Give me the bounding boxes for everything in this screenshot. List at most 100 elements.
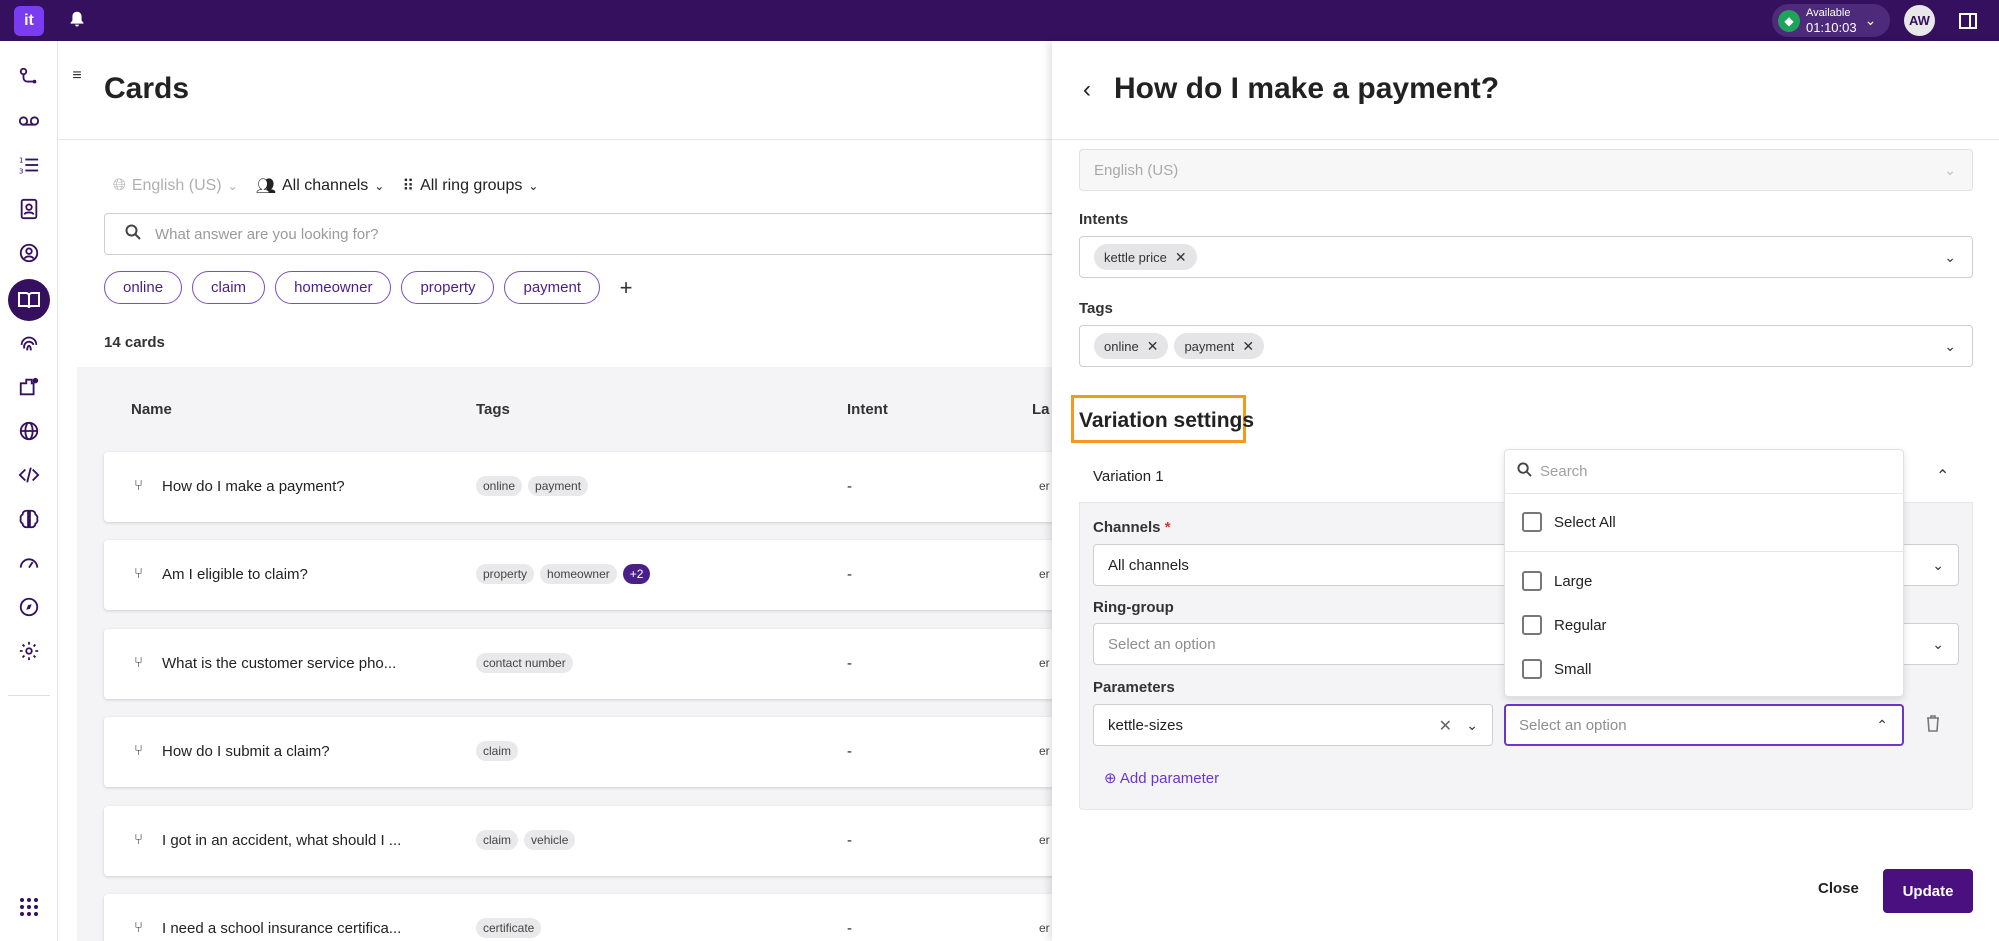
chevron-up-icon[interactable]: ⌃ (1936, 466, 1949, 486)
tag-item: payment ✕ (1174, 333, 1265, 359)
chevron-down-icon: ⌄ (1864, 12, 1877, 28)
tag-chip[interactable]: payment (504, 271, 601, 304)
people-icon: 👥︎ (255, 178, 276, 195)
settings-gear-icon[interactable] (13, 635, 45, 667)
column-header-name[interactable]: Name (131, 401, 172, 418)
agent-status-selector[interactable]: ◆ Available 01:10:03 ⌄ (1772, 4, 1890, 37)
knowledge-book-icon[interactable] (8, 279, 50, 321)
column-header-intent[interactable]: Intent (847, 401, 888, 418)
trash-icon[interactable] (1925, 714, 1941, 737)
card-language: er (1039, 567, 1050, 581)
intents-label: Intents (1079, 211, 1129, 228)
tags-multiselect[interactable]: online ✕ payment ✕ ⌄ (1079, 325, 1973, 367)
brain-icon[interactable] (13, 503, 45, 535)
checkbox[interactable] (1522, 615, 1542, 635)
cards-search-input[interactable]: What answer are you looking for? (104, 213, 1064, 255)
voicemail-icon[interactable] (13, 105, 45, 137)
parameter-value-select[interactable]: Select an option ⌃ (1504, 704, 1904, 746)
chevron-down-icon: ⌄ (1944, 249, 1956, 265)
parameter-value-dropdown: Search Select All Large Regular Small (1504, 449, 1905, 697)
dropdown-search-input[interactable]: Search (1505, 450, 1905, 494)
search-icon (1517, 462, 1532, 481)
tag-chip[interactable]: property (401, 271, 495, 304)
table-row[interactable]: ⑂ I need a school insurance certifica...… (104, 894, 1058, 941)
channels-label: Channels * (1093, 519, 1171, 536)
more-tags-badge[interactable]: +2 (622, 564, 651, 584)
dropdown-option[interactable]: Large (1522, 571, 1592, 591)
branch-icon: ⑂ (134, 831, 144, 848)
dropdown-option[interactable]: Small (1522, 659, 1592, 679)
language-select: English (US) ⌄ (1079, 149, 1973, 191)
close-icon[interactable]: ✕ (1175, 249, 1187, 266)
close-icon[interactable]: ✕ (1147, 338, 1159, 355)
channels-filter[interactable]: 👥︎ All channels ⌄ (256, 176, 385, 196)
ring-groups-filter[interactable]: ⠿ All ring groups ⌄ (402, 176, 538, 196)
card-language: er (1039, 833, 1050, 847)
close-icon[interactable]: ✕ (1242, 338, 1254, 355)
status-timer: 01:10:03 (1806, 19, 1857, 35)
globe-icon[interactable] (13, 415, 45, 447)
column-header-tags[interactable]: Tags (476, 401, 510, 418)
select-all-option[interactable]: Select All (1522, 512, 1616, 532)
bell-icon[interactable] (66, 9, 88, 31)
add-parameter-button[interactable]: ⊕ Add parameter (1104, 769, 1219, 787)
chevron-down-icon: ⌄ (227, 179, 238, 193)
route-icon[interactable] (13, 61, 45, 93)
update-button[interactable]: Update (1883, 869, 1973, 913)
status-label: Available (1806, 6, 1851, 19)
checkbox[interactable] (1522, 571, 1542, 591)
hamburger-menu-icon[interactable]: ≡ (65, 64, 89, 88)
dashboard-gauge-icon[interactable] (13, 547, 45, 579)
parameter-name-select[interactable]: kettle-sizes ✕ ⌄ (1093, 704, 1493, 746)
tag-chip[interactable]: claim (192, 271, 266, 304)
table-row[interactable]: ⑂ I got in an accident, what should I ..… (104, 806, 1058, 876)
chevron-down-icon: ⌄ (374, 179, 385, 193)
checkbox[interactable] (1522, 512, 1542, 532)
branch-icon: ⑂ (134, 477, 144, 494)
tag-pill: homeowner (540, 564, 617, 584)
intent-tag: kettle price ✕ (1094, 244, 1197, 270)
svg-text:1: 1 (19, 155, 24, 164)
top-bar: it ◆ Available 01:10:03 ⌄ AW (0, 0, 1999, 41)
plus-circle-icon: ⊕ (1104, 770, 1117, 787)
globe-icon: 🌐︎ (113, 177, 126, 194)
code-icon[interactable] (13, 459, 45, 491)
tag-pill: online (476, 476, 523, 496)
card-intent: - (847, 832, 852, 849)
table-row[interactable]: ⑂ How do I submit a claim? claim - er (104, 717, 1058, 787)
checkbox[interactable] (1522, 659, 1542, 679)
app-logo[interactable]: it (14, 6, 44, 36)
card-intent: - (847, 743, 852, 760)
user-avatar[interactable]: AW (1904, 5, 1935, 36)
panel-menu-icon[interactable] (1958, 11, 1978, 31)
tag-pill: certificate (476, 918, 542, 938)
table-row[interactable]: ⑂ What is the customer service pho... co… (104, 629, 1058, 699)
tag-chip[interactable]: homeowner (275, 271, 392, 304)
integrations-icon[interactable] (13, 371, 45, 403)
agent-icon[interactable] (13, 237, 45, 269)
language-filter[interactable]: 🌐︎ English (US) ⌄ (113, 177, 238, 195)
list-icon[interactable]: 13 (13, 149, 45, 181)
table-row[interactable]: ⑂ Am I eligible to claim? property homeo… (104, 540, 1058, 610)
close-button[interactable]: Close (1818, 880, 1859, 897)
back-chevron-icon[interactable]: ‹ (1083, 76, 1091, 104)
variation-name: Variation 1 (1093, 468, 1164, 485)
add-tag-button[interactable]: + (614, 275, 638, 301)
branch-icon: ⑂ (134, 654, 144, 671)
dropdown-option[interactable]: Regular (1522, 615, 1607, 635)
intents-multiselect[interactable]: kettle price ✕ ⌄ (1079, 236, 1973, 278)
chevron-down-icon: ⌄ (1944, 338, 1956, 354)
fingerprint-icon[interactable] (13, 327, 45, 359)
tag-pill: contact number (476, 653, 573, 673)
clear-icon[interactable]: ✕ (1439, 716, 1452, 736)
contacts-icon[interactable] (13, 193, 45, 225)
column-header-language[interactable]: La (1032, 401, 1050, 418)
card-intent: - (847, 566, 852, 583)
ring-group-label: Ring-group (1093, 599, 1174, 616)
card-name: How do I make a payment? (162, 478, 345, 495)
compass-icon[interactable] (13, 591, 45, 623)
table-row[interactable]: ⑂ How do I make a payment? online paymen… (104, 452, 1058, 522)
tag-chip[interactable]: online (104, 271, 183, 304)
tag-pill: vehicle (524, 830, 576, 850)
apps-grid-icon[interactable] (13, 891, 45, 923)
